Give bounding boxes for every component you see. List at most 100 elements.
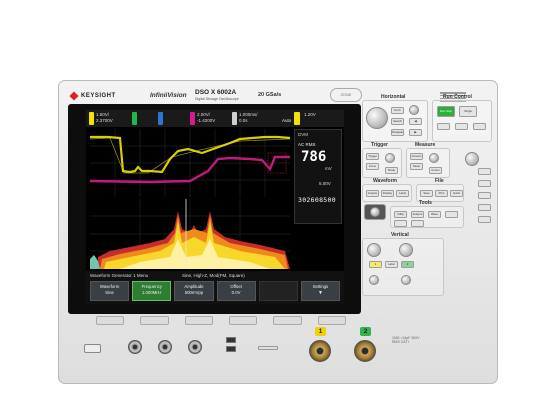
ch1-button[interactable]: 1	[369, 261, 382, 268]
brand-logo: KEYSIGHT	[69, 91, 116, 101]
digital-button[interactable]	[478, 192, 491, 199]
file-label: File	[435, 178, 444, 184]
display-button[interactable]: Display	[381, 190, 394, 197]
usb-port-1[interactable]	[226, 337, 236, 343]
entry-knob[interactable]	[465, 152, 479, 166]
trigger-level-knob[interactable]	[385, 153, 395, 163]
wave-gen-button[interactable]: Wave Gen	[428, 211, 441, 218]
ch3-status[interactable]	[158, 112, 180, 125]
ch1-number-badge: 1	[315, 327, 326, 336]
trigger-mode-button[interactable]: Mode	[385, 167, 398, 174]
default-setup-button[interactable]	[437, 123, 450, 130]
softkey-amplitude[interactable]: Amplitude 500mVpp	[174, 281, 214, 301]
hw-softkey-3[interactable]	[184, 316, 213, 325]
print-button[interactable]: Print	[435, 190, 448, 197]
back-button[interactable]	[478, 168, 491, 175]
hw-softkey-4[interactable]	[228, 316, 258, 325]
acquire-button[interactable]: Acquire	[366, 190, 379, 197]
horizontal-label: Horizontal	[381, 94, 406, 100]
bezel-header: KEYSIGHT InfiniiVision DSO X 6002A Digit…	[62, 84, 362, 106]
measure-group: Measure Cursors Meas Cursor	[406, 142, 450, 178]
quick-action-button[interactable]: Quick	[450, 190, 463, 197]
help-button[interactable]	[445, 211, 458, 218]
bnc-connector-2[interactable]	[158, 340, 172, 354]
cursors-button[interactable]: Cursors	[410, 153, 423, 160]
softkey-offset[interactable]: Offset 0.0V	[216, 281, 256, 301]
touch-button[interactable]	[473, 123, 486, 130]
hw-softkey-2[interactable]	[140, 316, 169, 325]
ch4-status[interactable]: 2.00V/ -1.4200V	[190, 112, 228, 125]
auto-scale-button[interactable]	[455, 123, 468, 130]
math-button[interactable]	[478, 204, 491, 211]
bnc-connector-3[interactable]	[188, 340, 202, 354]
select-knob[interactable]	[370, 207, 380, 217]
hw-softkey-5[interactable]	[273, 316, 302, 325]
run-control-group: Run Control Run Stop Single	[432, 94, 492, 142]
nav-forward-button[interactable]: ▶	[409, 129, 422, 136]
horiz-button[interactable]: Horiz	[391, 107, 404, 114]
bnc-connector-1[interactable]	[128, 340, 142, 354]
waveform-group: Waveform Acquire Display Label	[362, 178, 412, 202]
cursor-knob[interactable]	[429, 153, 439, 163]
utility-button[interactable]: Utility	[394, 211, 407, 218]
tools-button-6[interactable]	[411, 220, 424, 227]
cursor-button[interactable]: Cursor	[429, 167, 442, 174]
ch1-probe-input[interactable]	[309, 340, 331, 362]
softkey-blank[interactable]	[258, 281, 298, 301]
menu-info: Sine, High-Z, Mod(FM, Square)	[182, 273, 245, 278]
product-line: InfiniiVision	[150, 92, 187, 99]
hw-softkey-1[interactable]	[96, 316, 125, 325]
ch2-scale-knob[interactable]	[399, 243, 413, 257]
measure-label: Measure	[415, 142, 436, 148]
ref-button[interactable]	[478, 216, 491, 223]
tools-group: Tools Utility Analyze Wave Gen	[390, 200, 464, 228]
ch2-probe-input[interactable]	[354, 340, 376, 362]
save-button[interactable]: Save	[420, 190, 433, 197]
softkey-settings[interactable]: Settings ▼	[300, 281, 341, 301]
horizontal-scale-knob[interactable]	[366, 107, 388, 129]
tools-label: Tools	[419, 200, 432, 206]
zone-badge: ZONE	[330, 88, 362, 102]
timebase-status[interactable]: 1.000ms/ 0.0s	[232, 112, 272, 125]
force-trigger-button[interactable]: Force	[366, 163, 379, 170]
ch2-button[interactable]: 2	[401, 261, 414, 268]
timebase-tag	[232, 112, 237, 125]
trigger-tag	[294, 112, 300, 125]
horizontal-position-knob[interactable]	[409, 105, 419, 115]
intensity-button[interactable]	[478, 180, 491, 187]
waveform-label: Waveform	[373, 178, 397, 184]
trigger-status[interactable]: 1.20V	[294, 112, 340, 125]
label-button[interactable]: Label	[396, 190, 409, 197]
hw-softkey-6[interactable]	[317, 316, 346, 325]
power-button[interactable]	[84, 344, 101, 353]
horizontal-group: Horizontal Horiz Search Navigate ◀ ▶	[362, 94, 428, 142]
softkey-frequency[interactable]: Frequency 1.000MHz	[132, 281, 172, 301]
ch1-status[interactable]: 1.50V/ 2.3700V	[89, 112, 127, 125]
trigger-mode: Auto	[282, 118, 292, 123]
softkey-waveform[interactable]: Waveform Sine	[90, 281, 130, 301]
vertical-label: Vertical	[391, 232, 409, 238]
single-button[interactable]: Single	[459, 106, 477, 117]
dvm-frequency: 302608500	[298, 196, 336, 204]
tools-button-5[interactable]	[394, 220, 407, 227]
trigger-level: 1.20V	[304, 112, 316, 117]
vertical-label-button[interactable]: Label	[385, 261, 398, 268]
probe-comp-terminal	[258, 346, 278, 350]
ch2-status[interactable]	[132, 112, 154, 125]
run-stop-button[interactable]: Run Stop	[437, 106, 455, 117]
oscilloscope-screen[interactable]: 1.50V/ 2.3700V 2.00V/ -1.4200V 1.000ms/ …	[86, 110, 344, 304]
dvm-title: DVM	[298, 132, 308, 137]
brand-text: KEYSIGHT	[81, 93, 116, 99]
ch1-scale-knob[interactable]	[367, 243, 381, 257]
nav-back-button[interactable]: ◀	[409, 118, 422, 125]
ch1-color-tag	[89, 112, 94, 125]
ch2-position-knob[interactable]	[401, 275, 411, 285]
usb-port-2[interactable]	[226, 346, 236, 352]
trigger-button[interactable]: Trigger	[366, 153, 379, 160]
model-name: DSO X 6002A	[195, 89, 237, 96]
meas-button[interactable]: Meas	[410, 163, 423, 170]
navigate-button[interactable]: Navigate	[391, 129, 404, 136]
search-button[interactable]: Search	[391, 118, 404, 125]
analyze-button[interactable]: Analyze	[411, 211, 424, 218]
ch1-position-knob[interactable]	[369, 275, 379, 285]
